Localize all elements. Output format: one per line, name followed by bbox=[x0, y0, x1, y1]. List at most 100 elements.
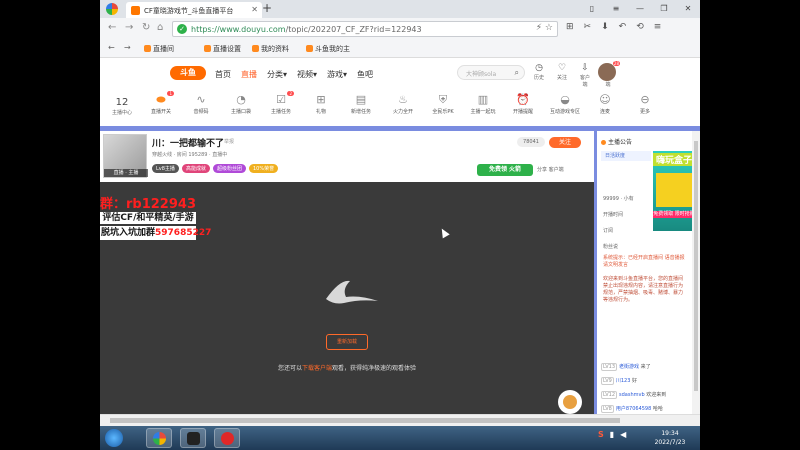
vertical-scrollbar[interactable] bbox=[692, 131, 700, 414]
search-icon[interactable]: ⌕ bbox=[515, 68, 519, 78]
info-line: 粉丝说 bbox=[603, 244, 619, 250]
download-icon[interactable]: ⬇ bbox=[601, 22, 609, 32]
taskbar-clock[interactable]: 19:34 2022/7/23 bbox=[648, 429, 692, 447]
tool-play-together[interactable]: ▥ 主播一起玩 bbox=[468, 93, 498, 115]
tool-pocket[interactable]: ◔ 主播口袋 bbox=[226, 93, 256, 115]
header-follow-button[interactable]: ♡ 关注 bbox=[555, 63, 569, 88]
badge-fan-club[interactable]: 超级粉丝团 bbox=[212, 164, 246, 173]
free-rocket-button[interactable]: 免费领 火箭 bbox=[477, 164, 533, 176]
scissors-icon[interactable]: ✂ bbox=[584, 22, 592, 32]
promo-image bbox=[656, 173, 692, 207]
waveform-icon: ∿ bbox=[196, 93, 206, 106]
chat-message: LV9 川123 好 bbox=[601, 377, 637, 385]
tool-more[interactable]: ⊖ 更多 bbox=[630, 93, 660, 115]
tool-live-switch[interactable]: ⬬ 直播开关 1 bbox=[146, 91, 176, 115]
forward-icon[interactable]: → bbox=[125, 22, 133, 33]
menu-icon[interactable]: ≡ bbox=[604, 0, 628, 18]
header-client-button[interactable]: ⇩ 客户端 bbox=[578, 63, 592, 88]
tools-menu-icon[interactable]: ≡ bbox=[654, 22, 662, 32]
badge-honor[interactable]: 10%荣誉 bbox=[248, 164, 279, 173]
follower-count: 78041 bbox=[517, 137, 545, 147]
taskbar-360-browser[interactable] bbox=[146, 428, 172, 448]
bookmark-star-icon[interactable]: ⚡ ☆ bbox=[536, 23, 553, 33]
cookie-icon[interactable] bbox=[558, 390, 582, 414]
new-tab-icon[interactable]: + bbox=[262, 1, 272, 15]
maximize-icon[interactable]: ❐ bbox=[652, 0, 676, 18]
tool-fire[interactable]: ♨ 火力全开 bbox=[388, 93, 418, 115]
tool-new-task[interactable]: ▤ 新增任务 bbox=[346, 93, 376, 115]
nav-home[interactable]: 首页 bbox=[215, 69, 231, 80]
tool-interactive-games[interactable]: ◒ 互动游戏专区 bbox=[550, 93, 580, 115]
tab-activity[interactable]: 日活跃度 bbox=[601, 151, 651, 161]
home-icon[interactable]: ⌂ bbox=[157, 22, 163, 33]
extension-icon[interactable]: ⊞ bbox=[566, 22, 574, 32]
badge-achievement[interactable]: 高能成就 bbox=[181, 164, 210, 173]
tool-gift[interactable]: ⊞ 礼物 bbox=[306, 93, 336, 115]
network-icon[interactable]: ▮ bbox=[610, 430, 614, 439]
level-indicator[interactable]: 12 主播中心 bbox=[112, 97, 132, 116]
douyu-logo[interactable]: 斗鱼 bbox=[170, 66, 206, 80]
tool-mic[interactable]: ☺ 连麦 bbox=[590, 93, 620, 115]
video-player[interactable]: 群：rb122943 评估CF/和平精英/手游 脱坑入坑加群597685227 … bbox=[100, 182, 594, 414]
nav-live[interactable]: 直播 bbox=[241, 69, 257, 80]
overlay-ad-line2: 脱坑入坑加群597685227 bbox=[100, 226, 212, 240]
chat-username[interactable]: 用户87064598 bbox=[616, 406, 651, 412]
mouse-cursor-icon bbox=[438, 226, 450, 239]
room-meta: 穿越火线 · 房间 195289 · 直播中 bbox=[152, 152, 228, 158]
search-input[interactable]: 大神顾sola ⌕ bbox=[457, 65, 525, 80]
volume-icon[interactable]: ◀ bbox=[620, 430, 626, 439]
follow-button[interactable]: 关注 bbox=[549, 137, 581, 148]
anchor-thumbnail[interactable]: 直播 · 主播 bbox=[103, 134, 148, 178]
back-icon[interactable]: ← bbox=[108, 22, 116, 33]
taskbar-game-app[interactable] bbox=[180, 428, 206, 448]
close-tab-icon[interactable]: ✕ bbox=[251, 5, 258, 14]
bookmarks-forward-icon[interactable]: → bbox=[124, 43, 131, 52]
download-client-link[interactable]: 下载客户端 bbox=[302, 365, 332, 372]
gamepad-icon: ◒ bbox=[560, 93, 570, 106]
clock-time: 19:34 bbox=[661, 430, 679, 437]
url-path: /topic/202207_CF_ZF?rid=122943 bbox=[285, 25, 422, 34]
chat-username[interactable]: sdashmvb bbox=[619, 392, 645, 398]
chat-username[interactable]: 川123 bbox=[616, 378, 631, 384]
nav-game[interactable]: 游戏▾ bbox=[327, 69, 347, 80]
bookmark-item[interactable]: 斗鱼我的主 bbox=[306, 44, 350, 54]
nav-yuba[interactable]: 鱼吧 bbox=[357, 69, 373, 80]
nav-video[interactable]: 视频▾ bbox=[297, 69, 317, 80]
chat-message: LV13 老街游戏 来了 bbox=[601, 363, 651, 371]
share-links[interactable]: 分享 客户端 bbox=[537, 166, 564, 173]
avatar[interactable]: 28 bbox=[598, 61, 620, 81]
secure-icon: ✓ bbox=[177, 24, 187, 34]
history-icon[interactable]: ⟲ bbox=[636, 22, 644, 32]
reload-button[interactable]: 重新加载 bbox=[326, 334, 368, 350]
minimize-icon[interactable]: — bbox=[628, 0, 652, 18]
chat-message: LV12 sdashmvb 欢迎来到 bbox=[601, 391, 667, 399]
active-tab[interactable]: CF童晓游戏节_斗鱼直播平台 ✕ bbox=[126, 2, 262, 18]
tool-tasks[interactable]: ☑ 主播任务 2 bbox=[266, 91, 296, 115]
taskbar-music-app[interactable] bbox=[214, 428, 240, 448]
badge-level[interactable]: Lv8主播 bbox=[152, 164, 179, 173]
undo-icon[interactable]: ↶ bbox=[619, 22, 627, 32]
bookmarks-back-icon[interactable]: ← bbox=[108, 43, 115, 52]
close-window-icon[interactable]: ✕ bbox=[676, 0, 700, 18]
browser-tools: ⊞ ✂ ⬇ ↶ ⟲ ≡ bbox=[566, 22, 661, 32]
bookmark-item[interactable]: 直播间 bbox=[144, 44, 174, 54]
horizontal-scrollbar[interactable] bbox=[100, 414, 700, 426]
url-input[interactable]: ✓ https://www.douyu.com/topic/202207_CF_… bbox=[172, 21, 558, 37]
bookmark-item[interactable]: 我的资料 bbox=[252, 44, 289, 54]
browser-logo-icon[interactable] bbox=[106, 3, 118, 15]
header-history-button[interactable]: ◷ 历史 bbox=[532, 63, 546, 88]
report-link[interactable]: 举报 bbox=[224, 138, 234, 145]
bookmark-item[interactable]: 直播设置 bbox=[204, 44, 241, 54]
skin-icon[interactable]: ▯ bbox=[580, 0, 604, 18]
tool-pk[interactable]: ⛨ 全民乐PK bbox=[428, 93, 458, 115]
chat-username[interactable]: 老街游戏 bbox=[619, 364, 639, 370]
start-button[interactable] bbox=[105, 429, 123, 447]
tool-audio[interactable]: ∿ 音频码 bbox=[186, 93, 216, 115]
clipboard-icon: ▥ bbox=[477, 93, 489, 106]
promo-banner[interactable]: 嗨玩盒子 免费领取 限时抢购 bbox=[653, 151, 695, 231]
fire-icon: ♨ bbox=[398, 93, 408, 106]
sogou-ime-icon[interactable]: S bbox=[598, 430, 604, 439]
tool-reminder[interactable]: ⏰ 开播提醒 bbox=[508, 93, 538, 115]
nav-category[interactable]: 分类▾ bbox=[267, 69, 287, 80]
refresh-icon[interactable]: ↻ bbox=[142, 22, 150, 33]
